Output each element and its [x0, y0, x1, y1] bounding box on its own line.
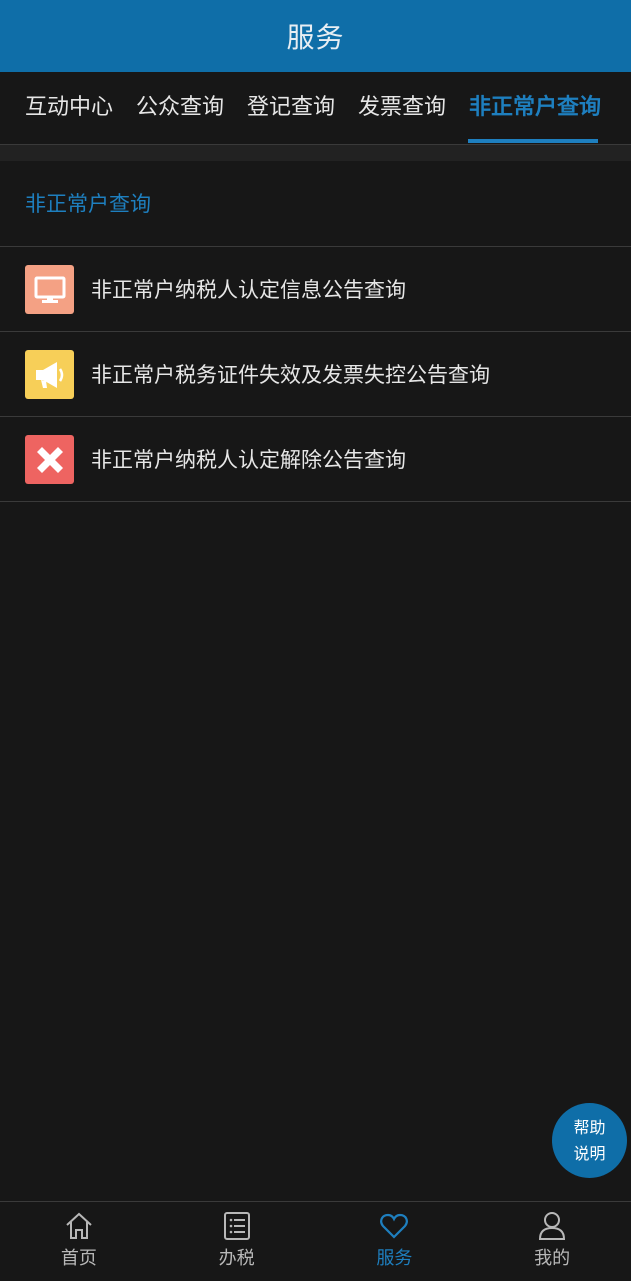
list-item-abnormal-taxpayer-info[interactable]: 非正常户纳税人认定信息公告查询	[0, 246, 631, 331]
tab-invoice-query[interactable]: 发票查询	[358, 72, 446, 144]
list-icon	[221, 1210, 253, 1242]
megaphone-icon	[25, 350, 74, 399]
help-button[interactable]: 帮助 说明	[552, 1103, 627, 1178]
bottom-nav: 首页 办税 服务 我的	[0, 1201, 631, 1281]
close-icon	[25, 435, 74, 484]
section-divider	[0, 145, 631, 161]
monitor-icon	[25, 265, 74, 314]
nav-tax[interactable]: 办税	[158, 1202, 316, 1281]
active-tab-indicator	[468, 139, 598, 143]
nav-tax-label: 办税	[218, 1248, 255, 1269]
help-button-line1: 帮助	[573, 1117, 606, 1137]
list-item-label: 非正常户纳税人认定信息公告查询	[91, 278, 406, 302]
page-title: 服务	[286, 21, 345, 54]
nav-mine-label: 我的	[534, 1248, 571, 1269]
nav-mine[interactable]: 我的	[473, 1202, 631, 1281]
section-title: 非正常户查询	[25, 192, 151, 216]
help-button-line2: 说明	[573, 1143, 606, 1163]
nav-service[interactable]: 服务	[316, 1202, 474, 1281]
user-icon	[536, 1210, 568, 1242]
tab-interaction-center[interactable]: 互动中心	[25, 72, 113, 144]
nav-home[interactable]: 首页	[0, 1202, 158, 1281]
nav-service-label: 服务	[376, 1248, 413, 1269]
list-item-label: 非正常户税务证件失效及发票失控公告查询	[91, 363, 490, 387]
home-icon	[63, 1210, 95, 1242]
list-item-certificate-invalid[interactable]: 非正常户税务证件失效及发票失控公告查询	[0, 331, 631, 416]
heart-icon	[378, 1210, 410, 1242]
query-list: 非正常户纳税人认定信息公告查询 非正常户税务证件失效及发票失控公告查询 非正常户…	[0, 246, 631, 502]
list-item-label: 非正常户纳税人认定解除公告查询	[91, 448, 406, 472]
tab-abnormal-household-query[interactable]: 非正常户查询	[469, 72, 601, 144]
list-item-abnormal-taxpayer-release[interactable]: 非正常户纳税人认定解除公告查询	[0, 416, 631, 502]
nav-home-label: 首页	[60, 1248, 97, 1269]
app-header: 服务	[0, 0, 631, 72]
tab-bar: 互动中心 公众查询 登记查询 发票查询 非正常户查询	[0, 72, 631, 145]
tab-registration-query[interactable]: 登记查询	[247, 72, 335, 144]
tab-public-query[interactable]: 公众查询	[136, 72, 224, 144]
